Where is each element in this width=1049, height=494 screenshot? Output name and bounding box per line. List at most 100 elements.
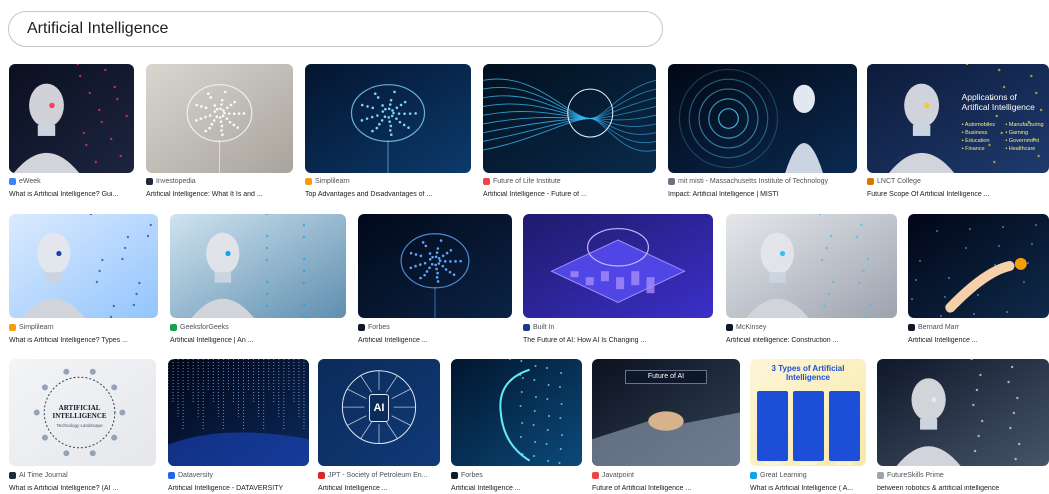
result-source[interactable]: Simplilearn: [305, 178, 350, 185]
result-thumbnail[interactable]: Applications of Artifical Intelligence •…: [867, 64, 1049, 173]
image-result-tile[interactable]: mit misti - Massachusetts Institute of T…: [668, 64, 857, 200]
result-thumbnail[interactable]: [908, 214, 1049, 318]
result-thumbnail[interactable]: AI: [318, 359, 440, 466]
result-source[interactable]: Dataversity: [168, 472, 213, 479]
result-source[interactable]: Built In: [523, 324, 554, 331]
result-source[interactable]: McKinsey: [726, 324, 766, 331]
result-title[interactable]: Artificial Intelligence ...: [318, 485, 388, 492]
source-name: mit misti - Massachusetts Institute of T…: [678, 178, 829, 185]
result-thumbnail[interactable]: ARTIFICIAL INTELLIGENCE Technology Lands…: [9, 359, 156, 466]
result-thumbnail[interactable]: [726, 214, 897, 318]
result-thumbnail[interactable]: [305, 64, 471, 173]
image-result-tile[interactable]: AI JPT - Society of Petroleum En... Artifi…: [318, 359, 440, 494]
result-title[interactable]: Artificial intelligence: Construction ..…: [726, 337, 838, 344]
result-thumbnail[interactable]: Future of AI: [592, 359, 740, 466]
image-result-tile[interactable]: Forbes Artificial Intelligence ...: [451, 359, 582, 494]
source-name: Forbes: [368, 324, 390, 331]
overlay-heading: ARTIFICIAL INTELLIGENCE: [52, 403, 107, 420]
result-source[interactable]: Great Learning: [750, 472, 807, 479]
result-thumbnail[interactable]: [9, 214, 158, 318]
result-source[interactable]: LNCT College: [867, 178, 921, 185]
image-result-tile[interactable]: McKinsey Artificial intelligence: Constru…: [726, 214, 897, 346]
source-favicon-icon: [318, 472, 325, 479]
image-result-tile[interactable]: Bernard Marr Artificial Intelligence ...: [908, 214, 1049, 346]
result-title[interactable]: Top Advantages and Disadvantages of ...: [305, 191, 432, 198]
result-title[interactable]: Artificial Intelligence - DATAVERSITY: [168, 485, 283, 492]
result-source[interactable]: Forbes: [451, 472, 483, 479]
result-title[interactable]: Artificial Intelligence: What It Is and …: [146, 191, 263, 198]
result-thumbnail[interactable]: [668, 64, 857, 173]
result-title[interactable]: What is Artificial Intelligence? (AI ...: [9, 485, 118, 492]
result-title[interactable]: Impact: Artificial Intelligence | MISTI: [668, 191, 779, 198]
result-title[interactable]: Artificial Intelligence - Future of ...: [483, 191, 587, 198]
image-result-tile[interactable]: GeeksforGeeks Artificial Intelligence | A…: [170, 214, 346, 346]
result-source[interactable]: eWeek: [9, 178, 41, 185]
image-result-tile[interactable]: FutureSkills Prime between robotics & art…: [877, 359, 1049, 494]
overlay-list-right: • Manufacturing • Gaming • Government • Hea…: [1005, 121, 1044, 152]
source-name: Simplilearn: [19, 324, 54, 331]
image-result-tile[interactable]: 3 Types of Artificial Intelligence Machin…: [750, 359, 866, 494]
result-source[interactable]: AI Time Journal: [9, 472, 68, 479]
result-title[interactable]: Future Scope Of Artificial Intelligence …: [867, 191, 990, 198]
overlay-subtitle: Technology Landscape: [56, 423, 103, 429]
search-bar[interactable]: [8, 11, 663, 47]
result-thumbnail[interactable]: [170, 214, 346, 318]
image-result-tile[interactable]: Simplilearn Top Advantages and Disadvanta…: [305, 64, 471, 200]
result-thumbnail[interactable]: [877, 359, 1049, 466]
overlay-heading: Applications of Artifical Intelligence: [961, 92, 1035, 113]
result-thumbnail[interactable]: 3 Types of Artificial Intelligence Machin…: [750, 359, 866, 466]
source-name: Investopedia: [156, 178, 196, 185]
result-source[interactable]: GeeksforGeeks: [170, 324, 229, 331]
source-name: GeeksforGeeks: [180, 324, 229, 331]
result-thumbnail[interactable]: [146, 64, 293, 173]
result-title[interactable]: between robotics & artificial intelligen…: [877, 485, 999, 492]
image-result-tile[interactable]: eWeek What is Artificial Intelligence? Gu…: [9, 64, 134, 200]
image-result-tile[interactable]: Forbes Artificial Intelligence ...: [358, 214, 512, 346]
result-source[interactable]: mit misti - Massachusetts Institute of T…: [668, 178, 828, 185]
result-title[interactable]: Artificial Intelligence ...: [451, 485, 521, 492]
image-result-tile[interactable]: Investopedia Artificial Intelligence: Wha…: [146, 64, 293, 200]
image-result-tile[interactable]: Dataversity Artificial Intelligence - DAT…: [168, 359, 309, 494]
result-source[interactable]: Simplilearn: [9, 324, 54, 331]
image-result-tile[interactable]: Simplilearn What is Artificial Intelligen…: [9, 214, 158, 346]
result-title[interactable]: What is Artificial Intelligence? Gui...: [9, 191, 118, 198]
result-source[interactable]: Forbes: [358, 324, 390, 331]
result-thumbnail[interactable]: [483, 64, 656, 173]
result-thumbnail[interactable]: [168, 359, 309, 466]
source-favicon-icon: [867, 178, 874, 185]
result-title[interactable]: Future of Artificial Intelligence ...: [592, 485, 691, 492]
source-favicon-icon: [9, 324, 16, 331]
source-favicon-icon: [726, 324, 733, 331]
result-source[interactable]: JPT - Society of Petroleum En...: [318, 472, 427, 479]
image-result-tile[interactable]: Applications of Artifical Intelligence •…: [867, 64, 1049, 200]
source-favicon-icon: [146, 178, 153, 185]
search-input[interactable]: [27, 20, 662, 38]
result-source[interactable]: Investopedia: [146, 178, 196, 185]
source-favicon-icon: [305, 178, 312, 185]
image-result-tile[interactable]: ARTIFICIAL INTELLIGENCE Technology Lands…: [9, 359, 156, 494]
source-name: Bernard Marr: [918, 324, 960, 331]
source-name: JPT - Society of Petroleum En...: [328, 472, 428, 479]
result-title[interactable]: What is Artificial Intelligence? Types .…: [9, 337, 128, 344]
image-result-tile[interactable]: Built In The Future of AI: How AI Is Chan…: [523, 214, 713, 346]
result-source[interactable]: FutureSkills Prime: [877, 472, 944, 479]
source-favicon-icon: [750, 472, 757, 479]
result-title[interactable]: Artificial Intelligence | An ...: [170, 337, 254, 344]
result-title[interactable]: What is Artificial Intelligence ( A...: [750, 485, 853, 492]
source-favicon-icon: [668, 178, 675, 185]
result-thumbnail[interactable]: [451, 359, 582, 466]
result-source[interactable]: Bernard Marr: [908, 324, 959, 331]
result-thumbnail[interactable]: [9, 64, 134, 173]
source-name: AI Time Journal: [19, 472, 68, 479]
source-name: Future of Life Institute: [493, 178, 561, 185]
source-name: Dataversity: [178, 472, 214, 479]
result-source[interactable]: Javatpoint: [592, 472, 634, 479]
result-title[interactable]: Artificial Intelligence ...: [908, 337, 978, 344]
result-title[interactable]: The Future of AI: How AI Is Changing ...: [523, 337, 646, 344]
result-thumbnail[interactable]: [523, 214, 713, 318]
image-result-tile[interactable]: Future of Life Institute Artificial Intel…: [483, 64, 656, 200]
image-result-tile[interactable]: Future of AI Javatpoint Future of Artifici…: [592, 359, 740, 494]
result-title[interactable]: Artificial Intelligence ...: [358, 337, 428, 344]
result-thumbnail[interactable]: [358, 214, 512, 318]
result-source[interactable]: Future of Life Institute: [483, 178, 561, 185]
